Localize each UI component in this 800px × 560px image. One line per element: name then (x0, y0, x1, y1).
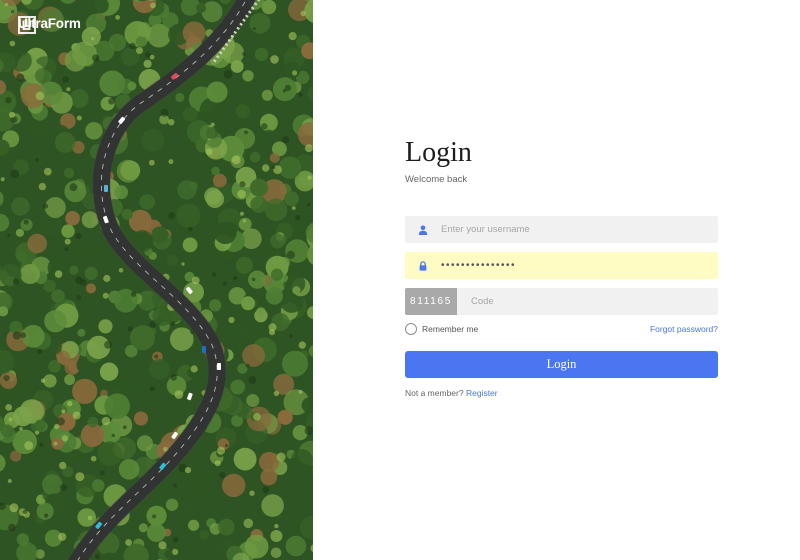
code-input[interactable] (457, 288, 718, 315)
user-icon (418, 225, 428, 235)
brand-logo-icon (18, 16, 36, 34)
username-field (405, 216, 718, 243)
password-input[interactable] (441, 252, 718, 279)
forest-road-image (0, 0, 313, 560)
remember-me-option[interactable]: Remember me (405, 323, 478, 335)
remember-me-label: Remember me (422, 324, 479, 334)
signup-prompt-text: Not a member? (405, 388, 464, 398)
register-link[interactable]: Register (466, 388, 498, 398)
username-input[interactable] (441, 216, 718, 243)
page-subtitle: Welcome back (405, 174, 468, 185)
page-title: Login (405, 137, 472, 168)
hero-image-panel: UltraForm (0, 0, 313, 560)
signup-prompt: Not a member? Register (405, 388, 498, 398)
login-button[interactable]: Login (405, 351, 718, 378)
brand-logo: UltraForm (18, 16, 81, 34)
forgot-password-link[interactable]: Forgot password? (650, 324, 718, 334)
captcha-row: 811165 (405, 288, 718, 315)
lock-icon (419, 260, 427, 271)
code-field (457, 288, 718, 315)
remember-me-radio[interactable] (405, 323, 417, 335)
password-field (405, 252, 718, 279)
captcha-code[interactable]: 811165 (405, 288, 457, 315)
